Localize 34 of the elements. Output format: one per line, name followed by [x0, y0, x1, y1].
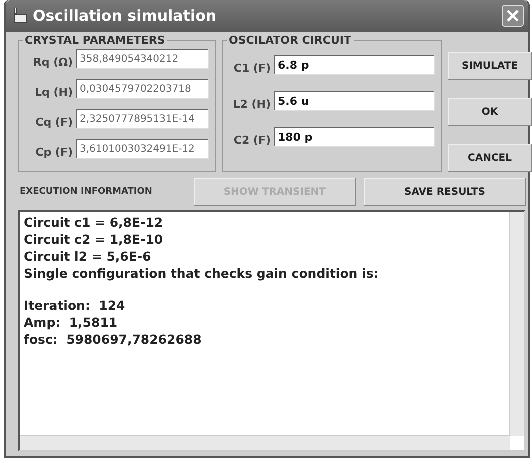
field-label: Cp (F): [34, 146, 73, 159]
input-field[interactable]: 2,3250777895131E-14: [76, 109, 209, 129]
window-title: Oscillation simulation: [33, 7, 218, 25]
output-line: Single configuration that checks gain condition is:: [24, 265, 380, 282]
input-field[interactable]: 3,6101003032491E-12: [76, 139, 209, 159]
horizontal-scrollbar[interactable]: [20, 435, 510, 450]
field-label: L2 (H): [232, 98, 271, 111]
output-line: fosc: 5980697,78262688: [24, 331, 203, 348]
output-line: Iteration: 124: [24, 297, 126, 314]
dialog-button[interactable]: OK: [448, 98, 532, 126]
vertical-scrollbar[interactable]: [509, 212, 524, 436]
field-label: Lq (H): [34, 86, 73, 99]
input-field[interactable]: 5.6 u: [274, 91, 435, 111]
input-field[interactable]: 0,0304579702203718: [76, 79, 209, 99]
output-line: Circuit l2 = 5,6E-6: [24, 248, 152, 265]
field-label: Rq (Ω): [32, 56, 73, 69]
input-field[interactable]: 358,849054340212: [76, 49, 209, 69]
output-line: Amp: 1,5811: [24, 314, 119, 331]
field-label: C1 (F): [232, 62, 271, 75]
output-line: Circuit c1 = 6,8E-12: [24, 214, 164, 231]
input-field[interactable]: 180 p: [274, 127, 435, 147]
section-label: EXECUTION INFORMATION: [20, 187, 154, 197]
field-label: C2 (F): [232, 134, 271, 147]
dialog-button[interactable]: SIMULATE: [448, 52, 532, 80]
action-button[interactable]: SAVE RESULTS: [364, 178, 526, 206]
field-label: Cq (F): [34, 116, 73, 129]
input-field[interactable]: 6.8 p: [274, 55, 435, 75]
group-title: OSCILATOR CIRCUIT: [228, 34, 352, 47]
close-icon: [507, 10, 519, 22]
group-title: CRYSTAL PARAMETERS: [24, 34, 166, 47]
close-button[interactable]: [502, 5, 524, 27]
output-line: Circuit c2 = 1,8E-10: [24, 231, 164, 248]
dialog-button[interactable]: CANCEL: [448, 144, 532, 172]
window-icon: [14, 8, 28, 24]
